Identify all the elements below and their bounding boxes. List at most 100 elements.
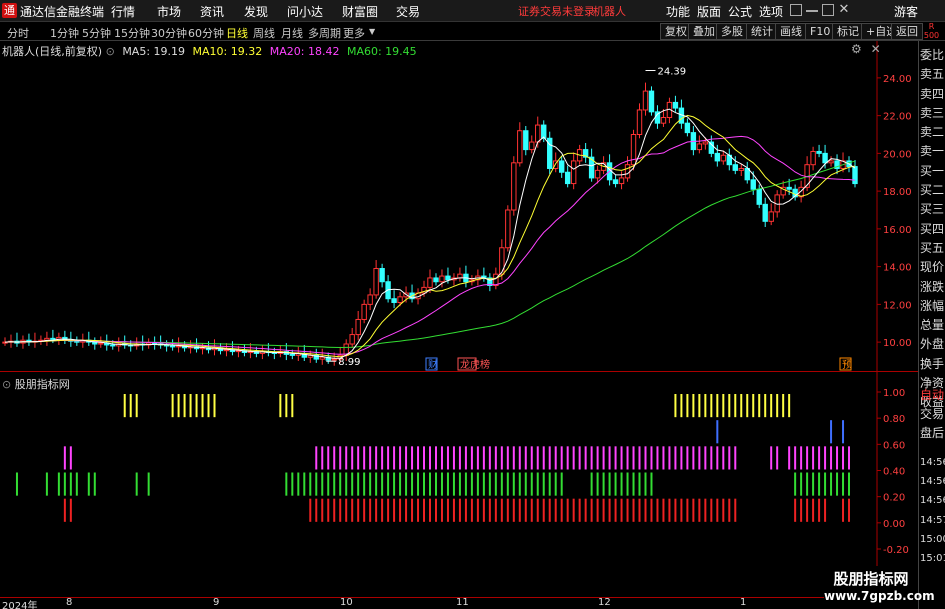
candle-body <box>852 166 858 185</box>
right-panel-item[interactable]: 15:01 <box>920 551 945 567</box>
candle-body <box>768 211 774 222</box>
settings-icon[interactable]: ⚙ <box>851 42 862 56</box>
draw-line-button[interactable]: 画线 <box>775 23 807 40</box>
right-panel-item[interactable]: 卖五 <box>920 66 945 82</box>
period-monthly[interactable]: 月线 <box>281 25 303 41</box>
period-toolbar: 分时 1分钟 5分钟 15分钟 30分钟 60分钟 日线 周线 月线 多周期 更… <box>0 22 945 41</box>
maximize-icon[interactable] <box>822 4 834 16</box>
period-intraday[interactable]: 分时 <box>7 25 29 41</box>
ma-line <box>4 114 856 358</box>
main-chart-legend: 机器人(日线,前复权) ⊙ MA5: 19.19 MA10: 19.32 MA2… <box>2 43 417 59</box>
period-15min[interactable]: 15分钟 <box>114 25 150 41</box>
candle-body <box>558 160 565 173</box>
period-multi[interactable]: 多周期 <box>308 25 341 41</box>
menu-formula[interactable]: 公式 <box>728 3 752 20</box>
right-panel-item[interactable]: 卖四 <box>920 86 945 102</box>
right-panel-item[interactable]: 买二 <box>920 182 945 198</box>
app-logo: 通 <box>2 3 17 18</box>
right-panel-item[interactable]: 卖三 <box>920 105 945 121</box>
date-tick: 11 <box>456 597 469 608</box>
menu-wealth-circle[interactable]: 财富圈 <box>342 3 378 20</box>
period-daily[interactable]: 日线 <box>226 25 248 41</box>
candle-body <box>570 160 577 185</box>
menu-news[interactable]: 资讯 <box>200 3 224 20</box>
candle-body <box>499 247 505 275</box>
menu-options[interactable]: 选项 <box>759 3 783 20</box>
period-weekly[interactable]: 周线 <box>253 25 275 41</box>
right-panel-item[interactable]: 14:56 <box>920 493 945 509</box>
right-panel-item[interactable]: 涨跌 <box>920 279 945 295</box>
period-30min[interactable]: 30分钟 <box>151 25 187 41</box>
right-panel-item[interactable]: 买三 <box>920 201 945 217</box>
right-panel-item[interactable]: 买四 <box>920 221 945 237</box>
right-panel-tag-top: R <box>928 22 935 31</box>
candle-body <box>720 154 727 162</box>
menu-market[interactable]: 市场 <box>157 3 181 20</box>
statistics-button[interactable]: 统计 <box>746 23 778 40</box>
candle-body <box>816 150 822 154</box>
y-tick-label: -0.20 <box>883 545 909 556</box>
minimize-icon[interactable] <box>806 10 818 12</box>
date-axis: 2024年 8 9 10 11 12 1 <box>0 597 918 609</box>
right-panel-item[interactable]: 外盘 <box>920 336 945 352</box>
right-panel-item[interactable]: 买五 <box>920 240 945 256</box>
candle-body <box>349 334 355 345</box>
ma-line <box>4 160 856 349</box>
candle-body <box>319 356 325 360</box>
menu-discover[interactable]: 发现 <box>244 3 268 20</box>
right-panel-item[interactable]: 自动 <box>920 387 945 403</box>
high-label: 24.39 <box>657 67 686 78</box>
indicator-chart[interactable]: 1.00 0.80 0.60 0.40 0.20 0.00 -0.20 <box>0 372 918 597</box>
right-panel-item[interactable]: 交易 <box>920 406 945 422</box>
candle-body <box>373 268 379 296</box>
right-panel-item[interactable]: 卖一 <box>920 143 945 159</box>
candle-body <box>397 296 403 303</box>
right-panel-item[interactable]: 换手 <box>920 356 945 372</box>
f10-button[interactable]: F10 <box>805 23 836 40</box>
candle-body <box>535 124 541 143</box>
right-panel-item[interactable]: 总量 <box>920 317 945 333</box>
chart-icons: ⚙ ✕ <box>851 42 881 56</box>
right-panel-item[interactable]: 14:56 <box>920 474 945 490</box>
guest-login-button[interactable]: 游客 <box>894 3 918 20</box>
watermark-title: 股朋指标网 <box>833 570 909 588</box>
date-tick: 2024年 <box>2 601 38 609</box>
window-menu-icon[interactable] <box>790 4 802 16</box>
low-label: 8.99 <box>338 357 360 368</box>
period-5min[interactable]: 5分钟 <box>82 25 111 41</box>
mark-button[interactable]: 标记 <box>832 23 864 40</box>
info-icon: ⊙ <box>2 378 12 391</box>
info-icon: ⊙ <box>105 45 115 58</box>
menu-quotes[interactable]: 行情 <box>111 3 135 20</box>
candle-body <box>523 130 529 151</box>
right-panel-item[interactable]: 买一 <box>920 163 945 179</box>
candle-body <box>642 90 649 111</box>
period-60min[interactable]: 60分钟 <box>188 25 224 41</box>
candlestick-chart[interactable]: 24.00 22.00 20.00 18.00 16.00 14.00 12.00 10.00… <box>0 41 918 372</box>
close-icon[interactable]: ✕ <box>838 3 850 16</box>
right-panel-item[interactable]: 14:56 <box>920 455 945 471</box>
menu-ask-xiaoda[interactable]: 问小达 <box>287 3 323 20</box>
right-panel-item[interactable]: 14:57 <box>920 513 945 529</box>
menu-function[interactable]: 功能 <box>666 3 690 20</box>
right-panel-item[interactable]: 15:00 <box>920 532 945 548</box>
right-quote-panel: 委比 卖五 卖四 卖三 卖二 卖一 买一 买二 买三 买四 买五 现价 涨跌 涨幅 总量 外盘 换手 净资 收益 自动… <box>918 41 945 609</box>
right-panel-item[interactable]: 盘后 <box>920 425 945 441</box>
right-panel-item[interactable]: 卖二 <box>920 124 945 140</box>
ma-line <box>4 135 856 355</box>
multi-stock-button[interactable]: 多股 <box>716 23 748 40</box>
candle-body <box>786 186 792 190</box>
chevron-down-icon[interactable]: ▼ <box>369 27 375 36</box>
right-panel-item[interactable]: 涨幅 <box>920 298 945 314</box>
candle-body <box>828 160 834 164</box>
right-panel-item[interactable]: 现价 <box>920 259 945 275</box>
period-1min[interactable]: 1分钟 <box>50 25 79 41</box>
stock-label: 机器人(日线,前复权) <box>2 45 103 58</box>
menu-trade[interactable]: 交易 <box>396 3 420 20</box>
period-more[interactable]: 更多 <box>343 25 365 41</box>
right-panel-item[interactable]: 委比 <box>920 47 945 63</box>
close-chart-icon[interactable]: ✕ <box>871 42 881 56</box>
menu-layout[interactable]: 版面 <box>697 3 721 20</box>
candle-body <box>810 150 816 166</box>
login-status[interactable]: 证券交易未登录 <box>518 3 595 19</box>
